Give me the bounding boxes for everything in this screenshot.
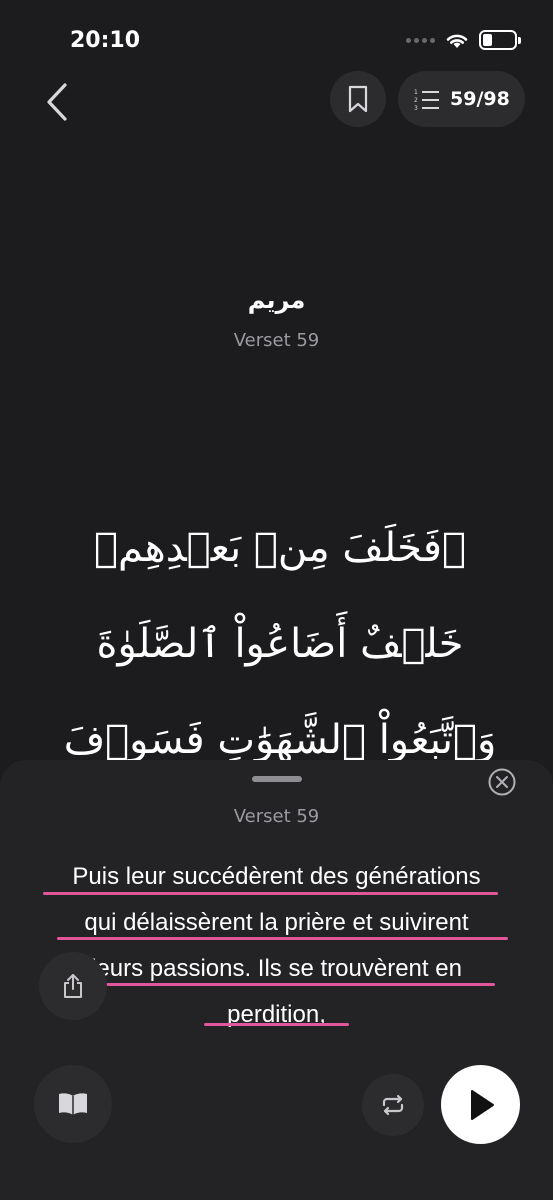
arabic-line: ۞فَخَلَفَ مِنۢ بَعۡدِهِمۡ <box>93 525 467 571</box>
read-mode-button[interactable] <box>34 1065 112 1143</box>
back-button[interactable] <box>38 80 78 124</box>
book-open-icon <box>59 1093 87 1115</box>
highlight-underline <box>204 1023 349 1026</box>
signal-dots-icon <box>406 37 435 43</box>
svg-text:2: 2 <box>414 97 418 104</box>
share-button[interactable] <box>39 952 107 1020</box>
play-button[interactable] <box>441 1065 520 1144</box>
verse-number-label: Verset 59 <box>233 330 320 351</box>
svg-text:3: 3 <box>414 105 418 111</box>
highlight-underline <box>57 937 508 940</box>
highlight-underline <box>62 983 495 986</box>
verse-progress-button[interactable]: 1 2 3 59/98 <box>398 71 525 127</box>
battery-icon <box>479 30 521 50</box>
play-icon <box>470 1089 494 1120</box>
chevron-left-icon <box>47 83 67 121</box>
verse-progress-label: 59/98 <box>450 88 510 110</box>
share-icon <box>64 974 82 998</box>
highlight-underline <box>43 892 498 895</box>
close-sheet-button[interactable] <box>487 767 517 797</box>
svg-text:1: 1 <box>414 89 418 96</box>
status-icons <box>406 30 521 50</box>
arabic-line: خَلۡفٌ أَضَاعُواْ ٱلصَّلَوٰةَ <box>96 621 464 667</box>
arabic-verse-text: ۞فَخَلَفَ مِنۢ بَعۡدِهِمۡ خَلۡفٌ أَضَاعُ… <box>60 500 500 788</box>
sheet-verse-label: Verset 59 <box>233 806 320 827</box>
repeat-button[interactable] <box>362 1074 424 1136</box>
numbered-list-icon: 1 2 3 <box>414 89 439 111</box>
app-screen: 20:10 1 2 3 59/98 مريم Verset 59 ۞فَخَلَ… <box>0 0 553 1200</box>
wifi-icon <box>446 34 468 48</box>
status-time: 20:10 <box>70 28 141 53</box>
battery-fill <box>483 34 492 46</box>
repeat-icon <box>382 1094 404 1116</box>
surah-name: مريم <box>247 286 306 314</box>
close-circle-icon <box>488 768 516 796</box>
bookmark-icon <box>348 85 368 113</box>
sheet-drag-handle[interactable] <box>252 776 302 782</box>
bookmark-button[interactable] <box>330 71 386 127</box>
